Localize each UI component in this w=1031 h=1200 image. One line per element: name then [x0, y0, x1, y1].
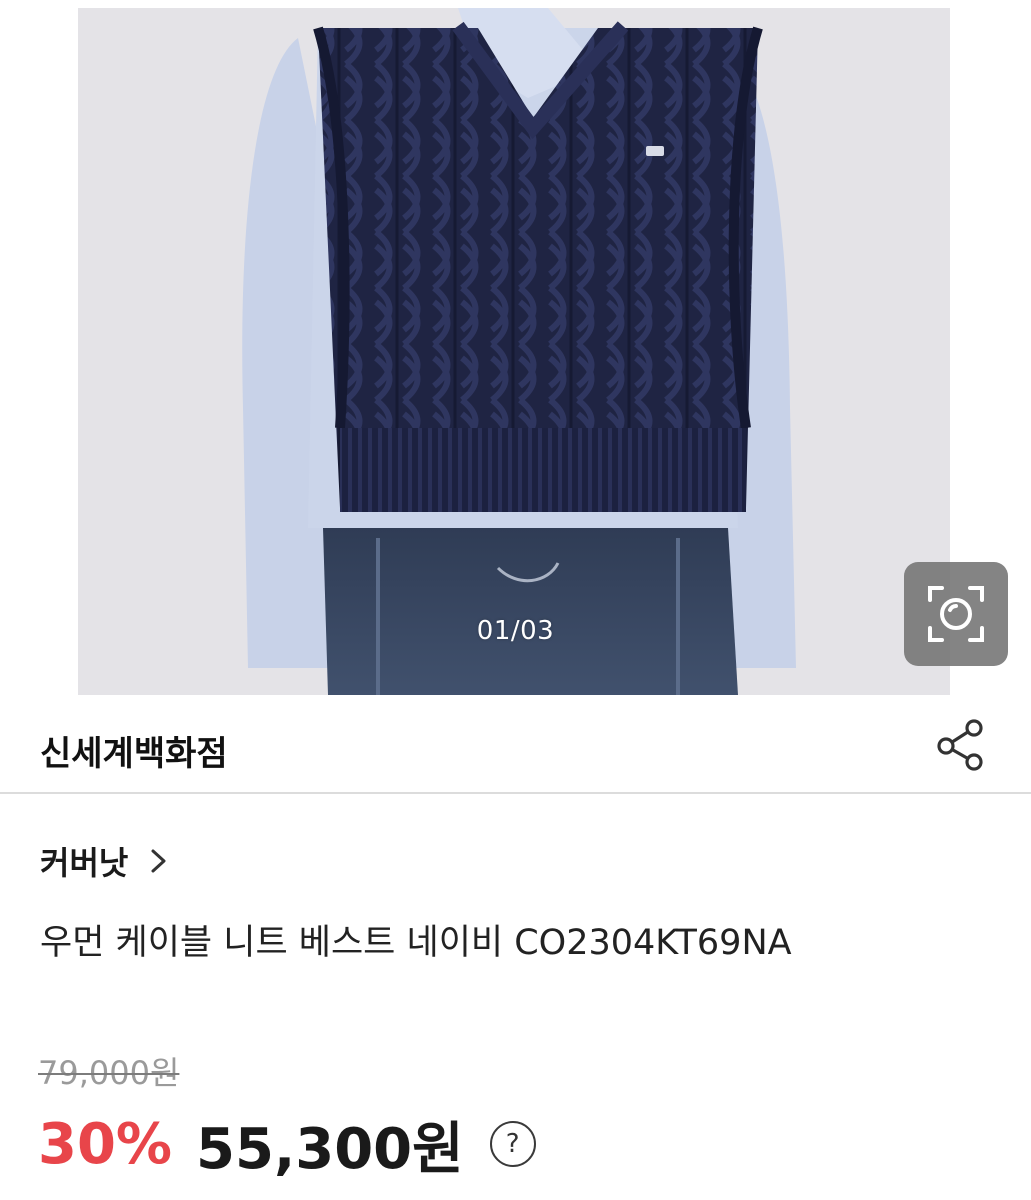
product-detail-page: 01/03 신세계백화점 커버낫 우먼 케이블 니트 베스트 네이비 CO230…: [0, 0, 1031, 1200]
share-icon: [937, 719, 983, 771]
image-search-button[interactable]: [904, 562, 1008, 666]
brand-name: 커버낫: [40, 844, 129, 882]
sale-price: 55,300원: [196, 1116, 464, 1182]
brand-link[interactable]: 커버낫: [40, 836, 168, 886]
product-photo-illustration: [78, 8, 950, 695]
product-image-carousel[interactable]: 01/03: [0, 0, 1031, 700]
price-info-help-icon[interactable]: ?: [489, 1121, 536, 1167]
share-button[interactable]: [932, 716, 990, 774]
carousel-page-counter: 01/03: [476, 616, 555, 646]
price-row: 30% 55,300원 ?: [38, 1104, 536, 1184]
product-photo[interactable]: [78, 8, 950, 695]
product-title: 우먼 케이블 니트 베스트 네이비 CO2304KT69NA: [40, 923, 792, 963]
camera-lens-search-icon: [928, 586, 984, 642]
original-price: 79,000원: [38, 1054, 180, 1092]
store-header: 신세계백화점: [0, 700, 1031, 794]
store-name-link[interactable]: 신세계백화점: [40, 726, 228, 775]
chevron-right-icon: [151, 849, 166, 873]
discount-rate: 30%: [38, 1111, 173, 1177]
